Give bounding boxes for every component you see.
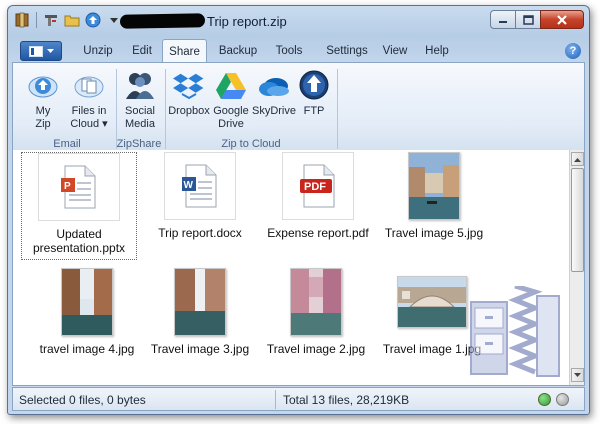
file-list: P Updated presentation.pptx W Trip repor…	[12, 150, 585, 386]
window-title: Trip report.zip	[207, 14, 287, 29]
file-name: travel image 4.jpg	[39, 342, 135, 356]
file-item[interactable]: Travel image 5.jpg	[376, 152, 492, 240]
cloud-files-icon	[73, 69, 105, 101]
quick-access-toolbar	[14, 12, 122, 28]
social-media-label-line1: Social	[125, 105, 155, 117]
tab-view[interactable]: View	[377, 39, 413, 63]
status-bar: Selected 0 files, 0 bytes Total 13 files…	[12, 387, 585, 411]
wizard-icon[interactable]	[43, 12, 59, 28]
group-label-zip-to-cloud: Zip to Cloud	[221, 138, 281, 150]
svg-text:P: P	[64, 181, 71, 192]
vertical-scrollbar[interactable]	[569, 150, 584, 385]
tab-help[interactable]: Help	[418, 39, 456, 63]
google-drive-label-line2: Drive	[218, 118, 244, 130]
file-name: Travel image 2.jpg	[266, 342, 366, 356]
file-item[interactable]: PDF Expense report.pdf	[260, 152, 376, 240]
svg-text:PDF: PDF	[304, 181, 326, 193]
google-drive-label-line1: Google	[213, 105, 249, 117]
open-folder-icon[interactable]	[64, 12, 80, 28]
rialto-bridge-thumbnail	[397, 276, 467, 328]
help-icon[interactable]: ?	[565, 43, 581, 59]
google-drive-button[interactable]: Google Drive	[211, 69, 251, 131]
my-zip-label-line1: My	[35, 105, 51, 117]
scrollbar-thumb[interactable]	[571, 168, 584, 272]
file-item[interactable]: travel image 4.jpg	[29, 268, 145, 356]
upload-icon[interactable]	[85, 12, 101, 28]
upload-cloud-icon	[27, 69, 59, 101]
redacted-scribble	[119, 13, 206, 29]
svg-text:W: W	[184, 180, 194, 191]
dropbox-label: Dropbox	[168, 105, 210, 117]
group-separator	[165, 69, 166, 149]
maximize-button[interactable]	[515, 10, 541, 29]
file-name: Expense report.pdf	[267, 226, 369, 240]
ribbon-tabs: Unzip Edit Share Backup Tools Settings V…	[8, 39, 589, 63]
venice-canal-thumbnail	[174, 268, 226, 336]
tab-settings[interactable]: Settings	[319, 39, 375, 63]
file-item[interactable]: Travel image 2.jpg	[258, 268, 374, 356]
social-media-button[interactable]: Social Media	[117, 69, 163, 131]
file-name: Travel image 5.jpg	[384, 226, 484, 240]
google-drive-icon	[215, 69, 247, 101]
selection-status: Selected 0 files, 0 bytes	[19, 393, 146, 407]
close-button[interactable]	[540, 10, 584, 29]
ftp-button[interactable]: FTP	[295, 69, 333, 118]
dropbox-button[interactable]: Dropbox	[167, 69, 211, 118]
winzip-logo-icon[interactable]	[14, 12, 30, 28]
venice-canal-thumbnail	[61, 268, 113, 336]
group-separator	[337, 69, 338, 149]
toolbar-separator	[36, 12, 37, 28]
total-status: Total 13 files, 28,219KB	[283, 393, 410, 407]
tab-backup[interactable]: Backup	[214, 39, 262, 63]
venice-canal-thumbnail	[290, 268, 342, 336]
green-status-dot-icon	[538, 393, 551, 406]
title-bar: Trip report.zip	[8, 6, 589, 36]
tab-edit[interactable]: Edit	[124, 39, 160, 63]
dropbox-icon	[173, 69, 205, 101]
gray-status-dot-icon	[556, 393, 569, 406]
files-in-cloud-button[interactable]: Files in Cloud ▾	[65, 69, 113, 131]
social-media-label-line2: Media	[125, 118, 155, 130]
app-menu-button[interactable]	[20, 41, 62, 61]
file-item[interactable]: Travel image 3.jpg	[142, 268, 258, 356]
minimize-button[interactable]	[490, 10, 516, 29]
skydrive-label: SkyDrive	[251, 105, 296, 117]
pptx-file-icon: P	[38, 153, 120, 221]
people-icon	[124, 69, 156, 101]
scroll-down-arrow-icon[interactable]	[571, 368, 584, 382]
file-name: Travel image 3.jpg	[150, 342, 250, 356]
file-item[interactable]: W Trip report.docx	[142, 152, 258, 240]
tab-unzip[interactable]: Unzip	[75, 39, 121, 63]
ftp-label: FTP	[303, 105, 325, 117]
window-controls	[490, 10, 584, 29]
tab-share[interactable]: Share	[162, 39, 207, 63]
file-name-line1: Updated	[56, 227, 102, 241]
scroll-up-arrow-icon[interactable]	[571, 152, 584, 166]
pdf-file-icon: PDF	[282, 152, 354, 220]
ftp-icon	[298, 69, 330, 101]
file-name: Trip report.docx	[158, 226, 242, 240]
tab-tools[interactable]: Tools	[267, 39, 311, 63]
group-label-email: Email	[53, 138, 81, 150]
venice-canal-thumbnail	[408, 152, 460, 220]
my-zip-button[interactable]: My Zip	[21, 69, 65, 131]
status-separator	[275, 390, 276, 409]
file-item[interactable]: P Updated presentation.pptx	[21, 152, 137, 260]
winzip-window: Trip report.zip Unzip Edit Share Backup …	[7, 5, 590, 415]
winzip-watermark-icon	[465, 283, 565, 384]
file-name: Updated presentation.pptx	[22, 227, 136, 255]
my-zip-label-line2: Zip	[35, 118, 51, 130]
docx-file-icon: W	[164, 152, 236, 220]
file-name-line2: presentation.pptx	[32, 241, 126, 255]
files-in-cloud-label-line2: Cloud ▾	[70, 118, 108, 130]
ribbon: My Zip Files in Cloud ▾ Email Social Med…	[12, 62, 585, 152]
group-label-zipshare: ZipShare	[116, 138, 162, 150]
skydrive-icon	[258, 69, 290, 101]
skydrive-button[interactable]: SkyDrive	[249, 69, 299, 118]
files-in-cloud-label-line1: Files in	[71, 105, 107, 117]
